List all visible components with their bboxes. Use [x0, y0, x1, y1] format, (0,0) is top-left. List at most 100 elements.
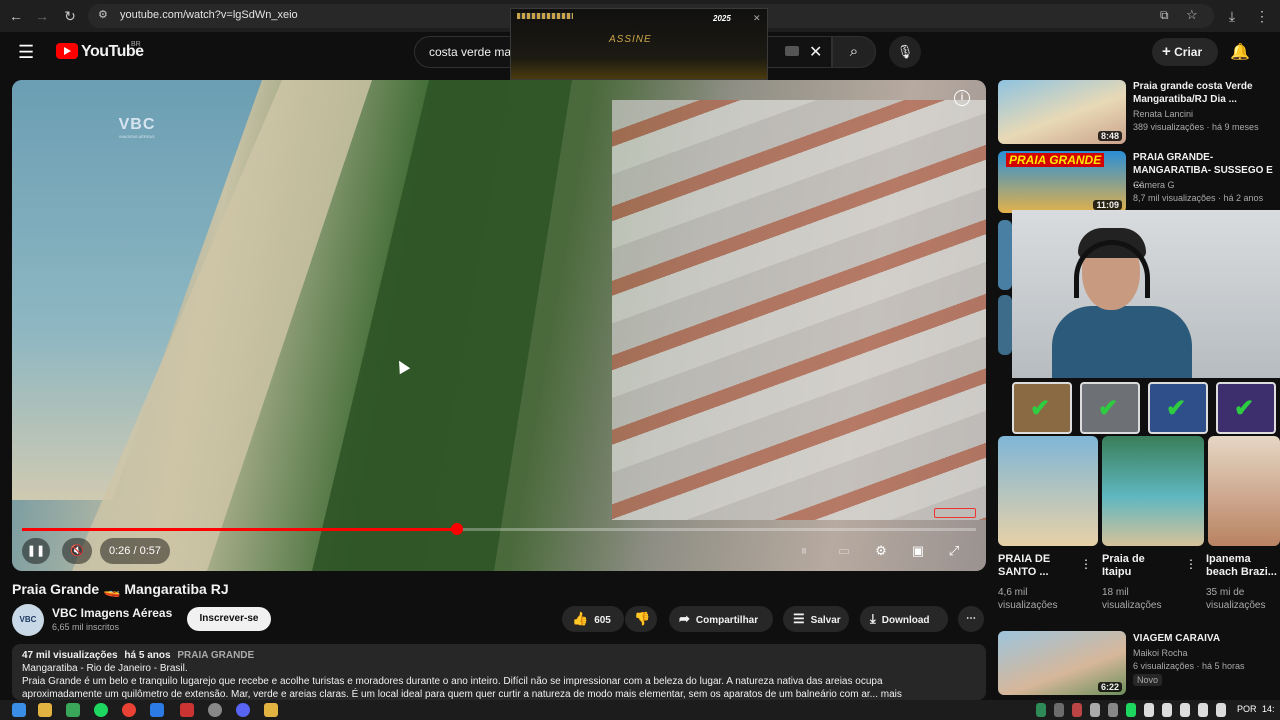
progress-played	[22, 528, 458, 531]
recommended-meta: Câmera G 8,7 mil visualizações · há 2 ano…	[1133, 180, 1264, 203]
settings-gear-icon[interactable]: ⚙	[869, 542, 893, 560]
share-label: Compartilhar	[695, 615, 759, 626]
autoplay-toggle-icon[interactable]: ⏸	[792, 542, 816, 560]
microphone-icon: 🎙	[896, 44, 914, 59]
start-menu-icon[interactable]	[12, 703, 26, 717]
subscriber-count: 6,65 mil inscritos	[52, 622, 120, 632]
like-button[interactable]: 👍 605	[562, 606, 624, 632]
theater-mode-icon[interactable]: ▣	[906, 542, 930, 560]
taskbar-app-icon[interactable]	[180, 703, 194, 717]
subtitles-icon[interactable]: ▭	[832, 542, 856, 560]
menu-icon[interactable]: ☰	[18, 42, 34, 63]
tray-icon[interactable]	[1036, 703, 1046, 717]
back-icon[interactable]: ←	[6, 6, 26, 26]
check-tile: ✔	[1080, 382, 1140, 434]
forward-icon[interactable]: →	[32, 6, 52, 26]
video-duration: 11:09	[1093, 200, 1122, 210]
install-app-icon[interactable]: ⧉	[1160, 8, 1169, 23]
recommended-thumbnail[interactable]: PRAIA GRANDE 11:09	[998, 151, 1126, 213]
more-horizontal-icon: ⋯	[966, 613, 976, 624]
description-box[interactable]: 47 mil visualizações há 5 anos PRAIA GRA…	[12, 644, 986, 700]
recommended-thumbnail-partial[interactable]	[998, 220, 1012, 290]
close-ad-icon[interactable]: ✕	[753, 13, 761, 24]
view-count: 47 mil visualizações	[22, 650, 118, 661]
tray-icon[interactable]	[1126, 703, 1136, 717]
taskbar-app-icon[interactable]	[150, 703, 164, 717]
thumbnail-overlay-text: PRAIA GRANDE	[1006, 153, 1105, 167]
save-button[interactable]: ☰ Salvar	[783, 606, 849, 632]
tray-icon[interactable]	[1180, 703, 1190, 717]
chrome-icon[interactable]	[122, 703, 136, 717]
short-thumbnail[interactable]	[1102, 436, 1204, 546]
recommended-meta: Renata Lancini 389 visualizações · há 9 m…	[1133, 109, 1259, 132]
tray-icon[interactable]	[1144, 703, 1154, 717]
keyboard-icon[interactable]	[785, 46, 799, 56]
short-more-icon[interactable]: ⋮	[1080, 557, 1092, 571]
info-icon[interactable]: i	[954, 90, 970, 106]
subscribe-button[interactable]: Inscrever-se	[187, 607, 271, 631]
voice-search-button[interactable]: 🎙	[889, 36, 921, 68]
channel-name[interactable]: VBC Imagens Aéreas	[52, 606, 172, 620]
spotify-icon[interactable]	[94, 703, 108, 717]
windows-taskbar: POR 14:	[0, 700, 1280, 720]
recommended-title[interactable]: VIAGEM CARAIVA	[1133, 632, 1220, 645]
folder-icon[interactable]	[264, 703, 278, 717]
input-language[interactable]: POR	[1237, 704, 1257, 714]
short-more-icon[interactable]: ⋮	[1185, 557, 1197, 571]
notifications-bell-icon[interactable]: 🔔	[1230, 42, 1250, 62]
hashtag-link[interactable]: PRAIA GRANDE	[177, 650, 254, 661]
tray-icon[interactable]	[1090, 703, 1100, 717]
obs-icon[interactable]	[208, 703, 222, 717]
fullscreen-icon[interactable]: ⤢	[942, 542, 966, 560]
bookmark-star-icon[interactable]: ☆	[1186, 7, 1198, 23]
search-button[interactable]: ⌕	[832, 36, 876, 68]
recommended-title[interactable]: Praia grande costa Verde Mangaratiba/RJ D…	[1133, 80, 1253, 106]
short-thumbnail[interactable]	[1208, 436, 1280, 546]
progress-scrubber[interactable]	[451, 523, 464, 535]
webcam-overlay	[1012, 210, 1280, 378]
youtube-logo-icon[interactable]	[56, 43, 78, 59]
tray-icon[interactable]	[1162, 703, 1172, 717]
download-arrow-icon: ⤓	[870, 611, 876, 626]
download-button[interactable]: ⤓ Download	[860, 606, 948, 632]
recommended-thumbnail-partial[interactable]	[998, 295, 1012, 355]
channel-avatar[interactable]: VBC	[12, 604, 44, 636]
tray-icon[interactable]	[1216, 703, 1226, 717]
browser-menu-icon[interactable]: ⋮	[1252, 6, 1272, 26]
check-tile: ✔	[1012, 382, 1072, 434]
tray-icon[interactable]	[1108, 703, 1118, 717]
discord-icon[interactable]	[236, 703, 250, 717]
tray-icon[interactable]	[1198, 703, 1208, 717]
progress-bar[interactable]	[22, 523, 976, 535]
reload-icon[interactable]: ↻	[60, 6, 80, 26]
ad-banner-overlay[interactable]: ASSINE 2025 ✕	[510, 8, 768, 80]
short-title[interactable]: Praia de Itaipu	[1102, 553, 1145, 579]
share-button[interactable]: ➦ Compartilhar	[669, 606, 773, 632]
checkmark-icon: ✔	[1030, 395, 1051, 422]
short-title[interactable]: PRAIA DE SANTO ...	[998, 553, 1050, 579]
site-settings-icon[interactable]: ⚙	[98, 8, 108, 21]
video-duration: 8:48	[1097, 131, 1122, 141]
download-icon[interactable]: ⤓	[1222, 6, 1242, 26]
system-clock[interactable]: 14:	[1262, 704, 1275, 714]
share-arrow-icon: ➦	[679, 611, 690, 626]
dislike-button[interactable]: 👎	[625, 606, 657, 632]
file-explorer-icon[interactable]	[38, 703, 52, 717]
new-badge: Novo	[1133, 674, 1163, 686]
tray-icon[interactable]	[1072, 703, 1082, 717]
taskbar-app-icon[interactable]	[66, 703, 80, 717]
recommended-thumbnail[interactable]: 8:48	[998, 80, 1126, 144]
short-title[interactable]: Ipanema beach Brazi...	[1206, 553, 1277, 579]
tray-icon[interactable]	[1054, 703, 1064, 717]
mute-button[interactable]: 🔇	[62, 538, 92, 564]
more-actions-button[interactable]: ⋯	[958, 606, 984, 632]
create-button[interactable]: + Criar	[1152, 38, 1218, 66]
plus-icon: +	[1162, 43, 1171, 60]
pause-icon: ❚❚	[26, 545, 46, 557]
recommended-thumbnail[interactable]: 6:22	[998, 631, 1126, 695]
upload-age: há 5 anos	[124, 650, 171, 661]
short-thumbnail[interactable]	[998, 436, 1098, 546]
clear-search-icon[interactable]: ✕	[809, 42, 822, 62]
pause-button[interactable]: ❚❚	[22, 538, 50, 564]
video-player[interactable]: VBC IMAGENS AÉREAS i ❚❚ 🔇 0:26 / 0:57 ⏸ …	[12, 80, 986, 571]
